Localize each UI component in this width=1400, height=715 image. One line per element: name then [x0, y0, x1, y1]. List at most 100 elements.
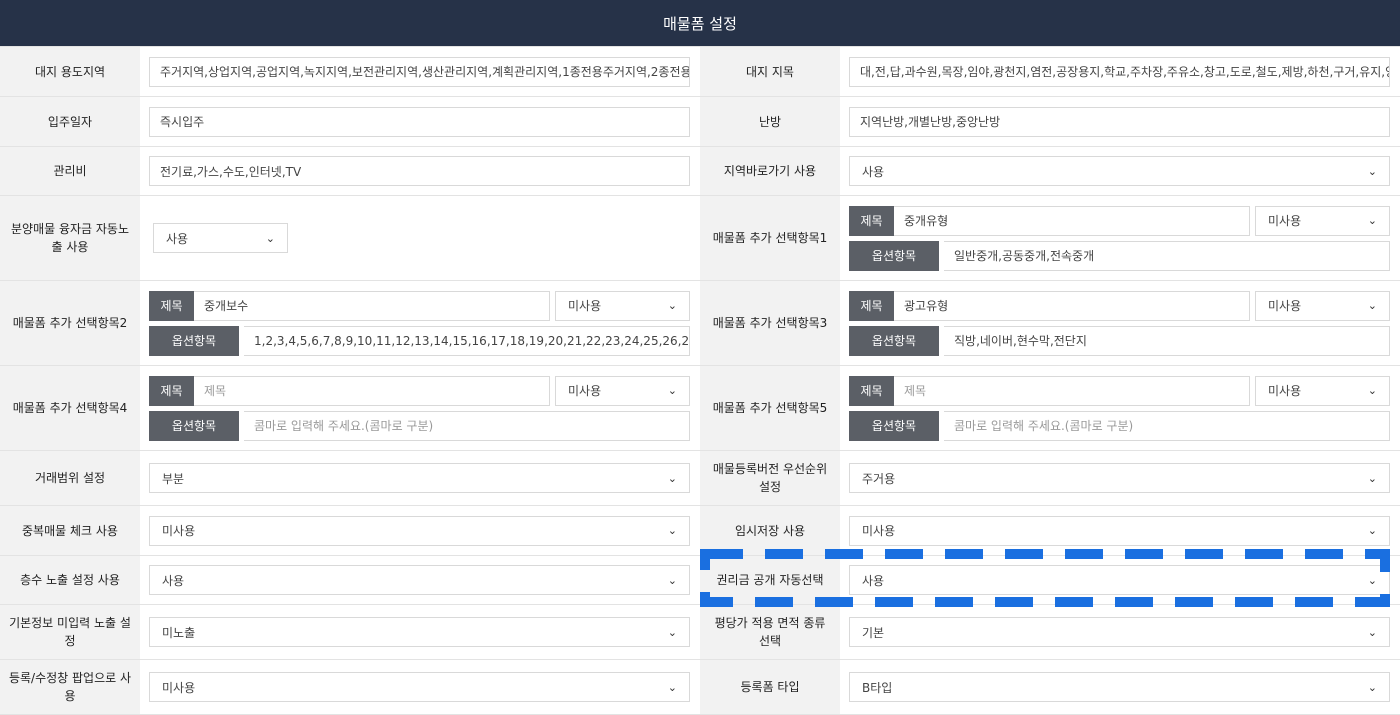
cell-registration-version-priority: 주거용 ⌄	[840, 451, 1400, 506]
trade-range-select[interactable]: 부분 ⌄	[149, 463, 690, 493]
registration-version-priority-value: 주거용	[862, 471, 896, 486]
title-tag: 제목	[849, 375, 894, 406]
extra-item-3-title-input[interactable]: 광고유형	[894, 290, 1250, 321]
extra-item-1-select[interactable]: 미사용 ⌄	[1255, 205, 1390, 236]
chevron-down-icon: ⌄	[265, 231, 275, 245]
extra-item-2-select[interactable]: 미사용 ⌄	[555, 290, 690, 321]
extra-item-2-title-input[interactable]: 중개보수	[194, 290, 550, 321]
chevron-down-icon: ⌄	[667, 625, 677, 639]
extra-item-5-title-input[interactable]: 제목	[894, 375, 1250, 406]
options-tag: 옵션항목	[849, 410, 939, 441]
label-popup-edit-window: 등록/수정창 팝업으로 사용	[0, 660, 140, 715]
cell-temp-save: 미사용 ⌄	[840, 506, 1400, 556]
options-tag: 옵션항목	[849, 240, 939, 271]
page-title: 매물폼 설정	[663, 14, 737, 33]
chevron-down-icon: ⌄	[1367, 625, 1377, 639]
label-land-use-zone: 대지 용도지역	[0, 47, 140, 97]
cell-trade-range: 부분 ⌄	[140, 451, 700, 506]
cell-extra-item-3: 제목 광고유형 미사용 ⌄ 옵션항목 직방,네이버,현수막,전단지	[840, 281, 1400, 366]
popup-edit-window-select[interactable]: 미사용 ⌄	[149, 672, 690, 702]
basic-info-missing-display-value: 미노출	[162, 625, 196, 640]
extra-item-4-options-input[interactable]: 콤마로 입력해 주세요.(콤마로 구분)	[244, 410, 690, 441]
label-heating: 난방	[700, 97, 840, 147]
options-tag: 옵션항목	[849, 325, 939, 356]
label-extra-item-3: 매물폼 추가 선택항목3	[700, 281, 840, 366]
extra-item-5-options-input[interactable]: 콤마로 입력해 주세요.(콤마로 구분)	[944, 410, 1390, 441]
chevron-down-icon: ⌄	[667, 524, 677, 537]
extra-item-3-options-input[interactable]: 직방,네이버,현수막,전단지	[944, 325, 1390, 356]
title-tag: 제목	[849, 205, 894, 236]
cell-extra-item-4: 제목 제목 미사용 ⌄ 옵션항목 콤마로 입력해 주세요.(콤마로 구분)	[140, 366, 700, 451]
trade-range-value: 부분	[162, 471, 185, 486]
region-shortcut-select[interactable]: 사용 ⌄	[849, 156, 1390, 186]
extra-item-5-select[interactable]: 미사용 ⌄	[1255, 375, 1390, 406]
extra-item-1-title-input[interactable]: 중개유형	[894, 205, 1250, 236]
loan-auto-expose-select[interactable]: 사용 ⌄	[153, 223, 288, 253]
label-move-in-date: 입주일자	[0, 97, 140, 147]
title-tag: 제목	[149, 290, 194, 321]
options-tag: 옵션항목	[149, 325, 239, 356]
cell-extra-item-2: 제목 중개보수 미사용 ⌄ 옵션항목 1,2,3,4,5,6,7,8,9,10,11,1…	[140, 281, 700, 366]
title-tag: 제목	[149, 375, 194, 406]
label-land-category: 대지 지목	[700, 47, 840, 97]
cell-premium-public-auto: 사용 ⌄	[840, 556, 1400, 605]
label-duplicate-check: 중복매물 체크 사용	[0, 506, 140, 556]
chevron-down-icon: ⌄	[1367, 384, 1377, 397]
land-use-zone-input[interactable]: 주거지역,상업지역,공업지역,녹지지역,보전관리지역,생산관리지역,계획관리지역…	[149, 56, 690, 87]
price-per-pyeong-area-select[interactable]: 기본 ⌄	[849, 617, 1390, 647]
cell-extra-item-1: 제목 중개유형 미사용 ⌄ 옵션항목 일반중개,공동중개,전속중개	[840, 196, 1400, 281]
chevron-down-icon: ⌄	[667, 299, 677, 312]
registration-version-priority-select[interactable]: 주거용 ⌄	[849, 463, 1390, 493]
chevron-down-icon: ⌄	[1367, 680, 1377, 694]
cell-duplicate-check: 미사용 ⌄	[140, 506, 700, 556]
cell-heating: 지역난방,개별난방,중앙난방	[840, 97, 1400, 147]
chevron-down-icon: ⌄	[667, 573, 677, 587]
extra-item-3-select[interactable]: 미사용 ⌄	[1255, 290, 1390, 321]
label-loan-auto-expose: 분양매물 융자금 자동노출 사용	[0, 196, 140, 281]
chevron-down-icon: ⌄	[1367, 164, 1377, 178]
label-region-shortcut: 지역바로가기 사용	[700, 147, 840, 196]
move-in-date-input[interactable]: 즉시입주	[149, 106, 690, 137]
temp-save-select[interactable]: 미사용 ⌄	[849, 515, 1390, 546]
registration-form-type-select[interactable]: B타입 ⌄	[849, 672, 1390, 702]
extra-item-1-options-input[interactable]: 일반중개,공동중개,전속중개	[944, 240, 1390, 271]
floor-display-select[interactable]: 사용 ⌄	[149, 565, 690, 595]
price-per-pyeong-area-value: 기본	[862, 625, 885, 640]
page-title-bar: 매물폼 설정	[0, 0, 1400, 46]
duplicate-check-select[interactable]: 미사용 ⌄	[149, 515, 690, 546]
premium-public-auto-select[interactable]: 사용 ⌄	[849, 565, 1390, 595]
chevron-down-icon: ⌄	[1367, 299, 1377, 312]
chevron-down-icon: ⌄	[667, 471, 677, 485]
cell-region-shortcut: 사용 ⌄	[840, 147, 1400, 196]
extra-item-2-options-input[interactable]: 1,2,3,4,5,6,7,8,9,10,11,12,13,14,15,16,1…	[244, 325, 690, 356]
label-registration-version-priority: 매물등록버전 우선순위설정	[700, 451, 840, 506]
cell-maintenance-fee: 전기료,가스,수도,인터넷,TV	[140, 147, 700, 196]
settings-grid: 대지 용도지역 주거지역,상업지역,공업지역,녹지지역,보전관리지역,생산관리지…	[0, 46, 1400, 715]
label-premium-public-auto: 권리금 공개 자동선택	[700, 556, 840, 605]
extra-item-4-title-input[interactable]: 제목	[194, 375, 550, 406]
land-category-input[interactable]: 대,전,답,과수원,목장,임야,광천지,염전,공장용지,학교,주차장,주유소,창…	[849, 56, 1390, 87]
extra-item-5-select-value: 미사용	[1268, 384, 1302, 398]
label-registration-form-type: 등록폼 타입	[700, 660, 840, 715]
registration-form-type-value: B타입	[862, 680, 893, 695]
loan-auto-expose-value: 사용	[166, 231, 189, 246]
options-tag: 옵션항목	[149, 410, 239, 441]
chevron-down-icon: ⌄	[1367, 214, 1377, 227]
extra-item-3-select-value: 미사용	[1268, 299, 1302, 313]
extra-item-4-select[interactable]: 미사용 ⌄	[555, 375, 690, 406]
label-floor-display: 층수 노출 설정 사용	[0, 556, 140, 605]
basic-info-missing-display-select[interactable]: 미노출 ⌄	[149, 617, 690, 647]
duplicate-check-value: 미사용	[162, 524, 196, 538]
cell-price-per-pyeong-area: 기본 ⌄	[840, 605, 1400, 660]
label-basic-info-missing-display: 기본정보 미입력 노출 설정	[0, 605, 140, 660]
premium-public-auto-value: 사용	[862, 573, 885, 588]
maintenance-fee-input[interactable]: 전기료,가스,수도,인터넷,TV	[149, 156, 690, 186]
cell-land-use-zone: 주거지역,상업지역,공업지역,녹지지역,보전관리지역,생산관리지역,계획관리지역…	[140, 47, 700, 97]
label-extra-item-4: 매물폼 추가 선택항목4	[0, 366, 140, 451]
label-maintenance-fee: 관리비	[0, 147, 140, 196]
cell-land-category: 대,전,답,과수원,목장,임야,광천지,염전,공장용지,학교,주차장,주유소,창…	[840, 47, 1400, 97]
heating-input[interactable]: 지역난방,개별난방,중앙난방	[849, 106, 1390, 137]
region-shortcut-value: 사용	[862, 164, 885, 179]
chevron-down-icon: ⌄	[667, 680, 677, 694]
chevron-down-icon: ⌄	[1367, 471, 1377, 485]
